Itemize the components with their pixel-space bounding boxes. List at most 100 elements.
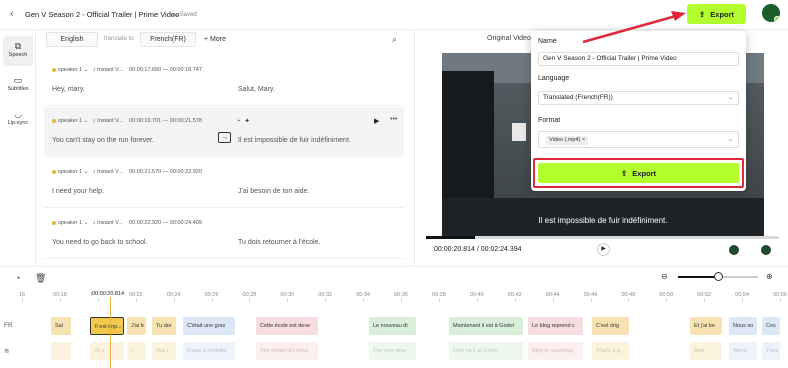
source-clip[interactable]: I xyxy=(127,342,146,360)
zoom-out-icon[interactable]: ⊖ xyxy=(661,272,668,281)
transcript-segment[interactable]: speaker 1 ⌄ ♪ Instant V... 00:00:21.570 … xyxy=(44,158,404,208)
segment-end[interactable]: 00:00:24.409 xyxy=(170,220,202,226)
target-text[interactable]: Il est impossible de fuir indéfiniment. xyxy=(238,137,351,144)
fr-clip[interactable]: Nous so xyxy=(729,317,757,335)
ruler-tick xyxy=(590,299,592,302)
lipsync-icon: ◡ xyxy=(14,109,22,119)
rail-item-speech[interactable]: ⧉ Speech xyxy=(3,36,33,66)
video-progress-bar[interactable] xyxy=(426,236,779,239)
avatar[interactable] xyxy=(762,4,780,22)
source-clip[interactable]: We're xyxy=(729,342,757,360)
speed-icon[interactable]: ◔ xyxy=(15,273,20,283)
language-label: Language xyxy=(538,75,570,82)
source-clip[interactable]: The new dear xyxy=(369,342,416,360)
speaker-select[interactable]: speaker 1 xyxy=(58,220,82,226)
speaker-select[interactable]: speaker 1 xyxy=(58,118,82,124)
source-clip[interactable]: Thes xyxy=(762,342,780,360)
play-icon[interactable]: ▶ xyxy=(597,243,610,256)
source-clip[interactable]: The school it's beco xyxy=(256,342,318,360)
fr-clip[interactable]: Le blog reprend c xyxy=(528,317,583,335)
rail-item-lipsync[interactable]: ◡ Lip-sync xyxy=(3,104,33,134)
fr-clip[interactable]: C'était une grav xyxy=(183,317,235,335)
segment-end[interactable]: 00:00:22.920 xyxy=(170,169,202,175)
segment-start[interactable]: 00:00:22.920 xyxy=(129,220,161,226)
fr-clip[interactable]: Il est imp... xyxy=(90,317,124,335)
source-clip[interactable]: You i xyxy=(152,342,176,360)
name-field[interactable]: Gen V Season 2 - Official Trailer | Prim… xyxy=(538,52,739,66)
search-icon[interactable]: ⌕ xyxy=(392,34,397,45)
more-languages-button[interactable]: + More xyxy=(204,36,226,43)
export-button[interactable]: ⇪ Export xyxy=(687,4,746,24)
fr-clip[interactable]: Le nouveau di xyxy=(369,317,416,335)
fullscreen-icon[interactable] xyxy=(761,245,771,255)
fr-clip[interactable]: Tu doi xyxy=(152,317,176,335)
voice-select[interactable]: Instant V... xyxy=(97,220,123,226)
source-text[interactable]: You need to go back to school. xyxy=(52,239,147,246)
rail-item-label: Speech xyxy=(8,52,28,58)
source-text[interactable]: I need your help. xyxy=(52,188,104,195)
chevron-left-icon[interactable]: ‹ xyxy=(10,8,14,20)
export-button-label: Export xyxy=(710,9,735,19)
fr-clip[interactable]: Cette école est deve xyxy=(256,317,318,335)
source-clip[interactable]: And xyxy=(690,342,722,360)
target-text[interactable]: Tu dois retourner à l'école. xyxy=(238,239,320,246)
magic-wand-icon[interactable]: ✦ xyxy=(244,118,254,125)
voice-select[interactable]: Instant V... xyxy=(97,169,123,175)
source-language[interactable]: English xyxy=(46,32,98,47)
translate-arrow-icon[interactable]: → xyxy=(218,132,231,143)
zoom-handle[interactable] xyxy=(714,272,723,281)
source-clip[interactable]: That's a g xyxy=(592,342,629,360)
segment-end[interactable]: 00:00:21.578 xyxy=(170,118,202,124)
source-clip[interactable]: Blog is resuming xyxy=(528,342,583,360)
target-text[interactable]: J'ai besoin de ton aide. xyxy=(238,188,309,195)
speaker-select[interactable]: speaker 1 xyxy=(58,169,82,175)
saved-label: Saved xyxy=(179,12,197,18)
format-select[interactable]: Video (.mp4) × ⌄ xyxy=(538,131,739,148)
ruler-tick xyxy=(666,299,668,302)
source-clip[interactable] xyxy=(51,342,71,360)
voice-select[interactable]: Instant V... xyxy=(97,118,123,124)
segment-start[interactable]: 00:00:21.570 xyxy=(129,169,161,175)
target-text[interactable]: Salut, Mary. xyxy=(238,86,275,93)
language-select[interactable]: Translated (French(FR)) ⌄ xyxy=(538,91,739,105)
target-language[interactable]: French(FR) xyxy=(140,32,196,47)
subtitles-icon: ▭ xyxy=(13,75,23,85)
source-clip[interactable]: Now he's at Godol xyxy=(449,342,523,360)
fr-clip[interactable]: C'est drig xyxy=(592,317,629,335)
speaker-select[interactable]: speaker 1 xyxy=(58,67,82,73)
more-icon[interactable]: ••• xyxy=(390,116,397,123)
transcript-segment[interactable]: speaker 1 ⌄ ♪ Instant V... 00:00:17.650 … xyxy=(44,56,404,106)
zoom-in-icon[interactable]: ⊕ xyxy=(766,272,773,281)
voice-avatar-icon[interactable] xyxy=(729,245,739,255)
rail-item-subtitles[interactable]: ▭ Subtitles xyxy=(3,70,33,100)
ruler-tick-label: 00:52 xyxy=(697,292,712,298)
source-clip[interactable]: Yo c xyxy=(90,342,124,360)
segment-end[interactable]: 00:00:18.747 xyxy=(170,67,202,73)
voice-select[interactable]: Instant V... xyxy=(97,67,123,73)
delete-icon[interactable]: 🗑 xyxy=(35,273,46,284)
project-title[interactable]: Gen V Season 2 - Official Trailer | Prim… xyxy=(25,10,179,19)
segment-start[interactable]: 00:00:17.650 xyxy=(129,67,161,73)
fr-clip[interactable]: Ces xyxy=(762,317,780,335)
speed-icon[interactable]: ◔ xyxy=(236,118,244,125)
close-icon[interactable]: × xyxy=(582,137,585,143)
fr-clip[interactable]: J'ai b xyxy=(127,317,146,335)
transcript-segment[interactable]: speaker 1 ⌄ ♪ Instant V... 00:00:22.920 … xyxy=(44,209,404,259)
source-clip[interactable]: It was a mistake xyxy=(183,342,235,360)
tab-original-video[interactable]: Original Video xyxy=(487,35,531,42)
source-text[interactable]: You can't stay on the run forever. xyxy=(52,137,154,144)
ruler-tick xyxy=(780,299,781,302)
play-icon[interactable]: ▶ xyxy=(374,117,379,125)
transcript-segment-active[interactable]: speaker 1 ⌄ ♪ Instant V... 00:00:19.701 … xyxy=(44,107,404,157)
fr-clip[interactable]: Et j'ai be xyxy=(690,317,722,335)
segment-start[interactable]: 00:00:19.701 xyxy=(129,118,161,124)
playhead[interactable] xyxy=(110,296,111,368)
voice-icon: ♪ xyxy=(92,67,96,73)
format-chip[interactable]: Video (.mp4) × xyxy=(546,136,589,145)
fr-clip[interactable]: Maintenant il est à Godol xyxy=(449,317,523,335)
saved-status: ☁ Saved xyxy=(172,11,197,18)
fr-clip[interactable]: Sal xyxy=(51,317,71,335)
ruler-tick-label: 00:56 xyxy=(773,292,787,298)
ruler-tick xyxy=(59,299,61,302)
source-text[interactable]: Hey, mary. xyxy=(52,86,85,93)
